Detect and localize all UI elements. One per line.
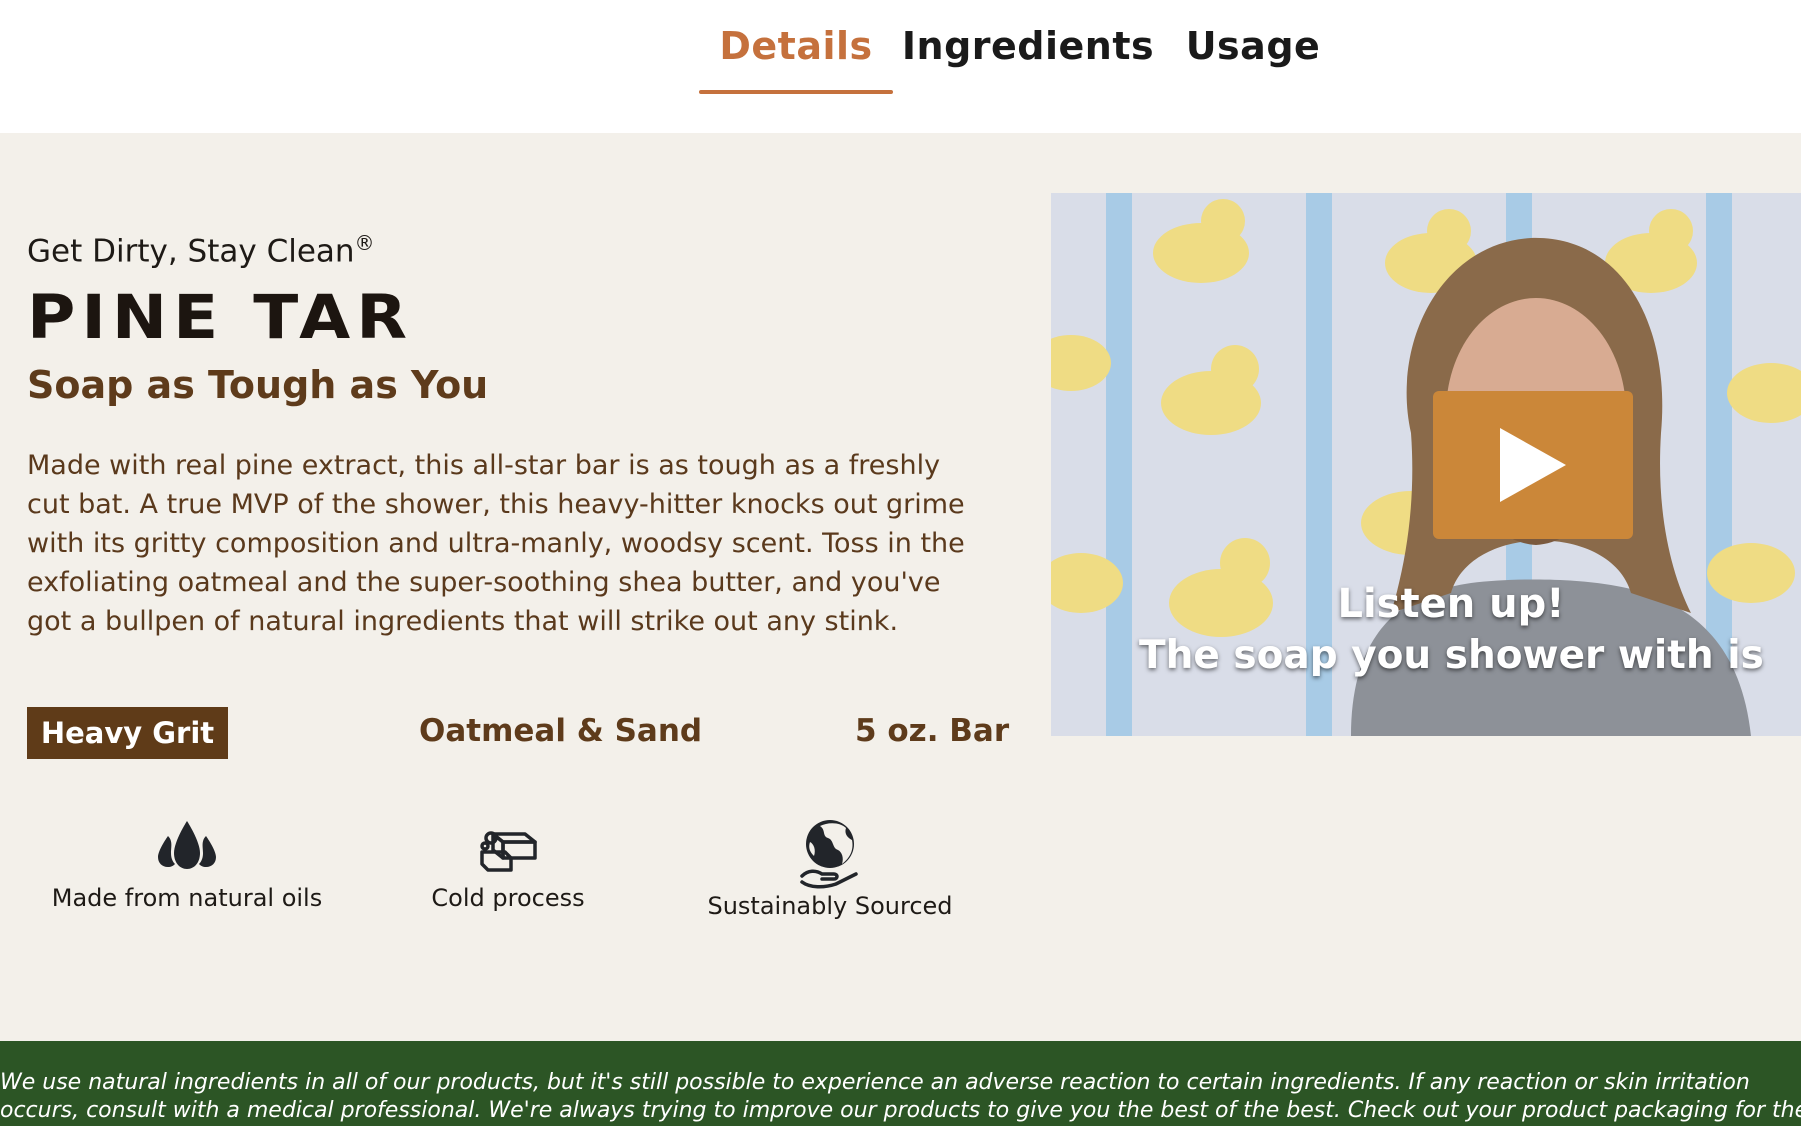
play-icon — [1500, 428, 1566, 502]
product-description: Made with real pine extract, this all-st… — [27, 450, 965, 637]
feature-sustainably-sourced: Sustainably Sourced — [700, 816, 960, 920]
disclaimer-text: We use natural ingredients in all of our… — [0, 1070, 1801, 1123]
feature-cold-process: Cold process — [408, 826, 608, 912]
globe-in-hand-icon — [800, 820, 858, 889]
tagline-text: Get Dirty, Stay Clean — [27, 233, 355, 270]
disclaimer-banner: We use natural ingredients in all of our… — [0, 1041, 1801, 1126]
tagline: Get Dirty, Stay Clean® — [27, 231, 375, 269]
product-subtitle: Soap as Tough as You — [27, 363, 489, 407]
tab-usage[interactable]: Usage — [1183, 24, 1323, 94]
video-caption-line-2: The soap you shower with is — [1139, 633, 1764, 678]
product-name: PINE TAR — [27, 282, 414, 353]
product-details-panel: Get Dirty, Stay Clean® PINE TAR Soap as … — [0, 133, 1801, 1041]
video-caption-line-1: Listen up! — [1337, 581, 1565, 627]
exfoliant-spec: Oatmeal & Sand — [419, 713, 703, 749]
size-spec: 5 oz. Bar — [855, 713, 1010, 749]
tab-details[interactable]: Details — [699, 24, 893, 94]
grit-badge: Heavy Grit — [27, 707, 228, 759]
active-tab-indicator — [699, 90, 893, 94]
product-video[interactable]: Listen up! The soap you shower with is — [1051, 193, 1801, 736]
registered-mark: ® — [354, 231, 375, 255]
soap-bars-icon — [480, 831, 537, 872]
feature-label: Cold process — [431, 884, 585, 912]
tabs-bar: Details Ingredients Usage — [0, 0, 1801, 133]
tab-ingredients[interactable]: Ingredients — [902, 24, 1154, 94]
oil-drops-icon — [158, 821, 216, 869]
feature-label: Sustainably Sourced — [707, 892, 953, 920]
feature-label: Made from natural oils — [51, 884, 323, 912]
feature-natural-oils: Made from natural oils — [47, 819, 327, 912]
play-button[interactable] — [1433, 391, 1633, 539]
